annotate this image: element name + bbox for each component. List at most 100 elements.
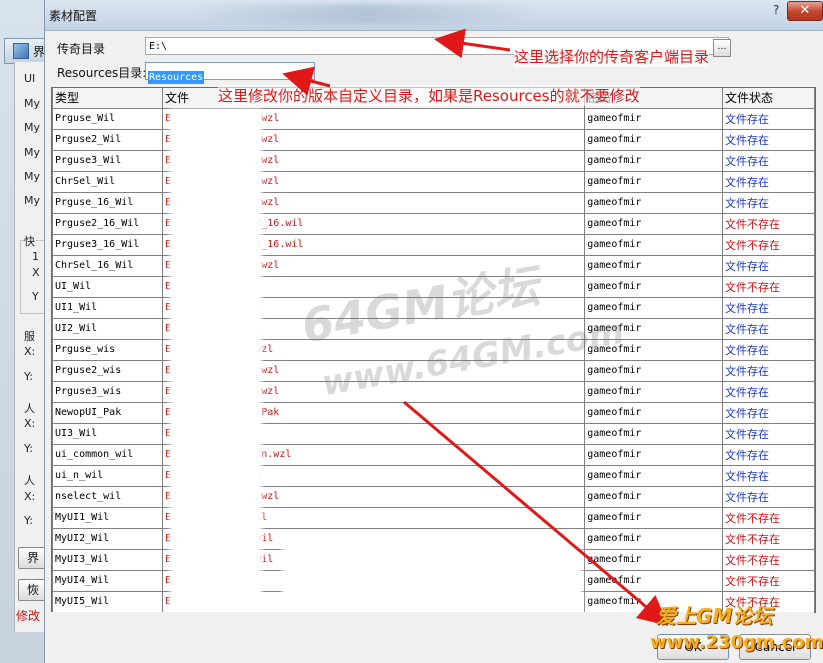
table-row[interactable]: Prguse_WilE:\ Data\Prguse.wzlgameofmir文件…: [52, 107, 815, 130]
row-status-cell[interactable]: 文件存在: [722, 296, 815, 319]
row-status-cell[interactable]: 文件不存在: [722, 506, 815, 529]
row-password-cell[interactable]: gameofmir: [584, 191, 724, 214]
row-status-cell[interactable]: 文件存在: [722, 359, 815, 382]
help-icon[interactable]: ?: [773, 3, 783, 21]
row-status-cell[interactable]: 文件存在: [722, 317, 815, 340]
row-status-cell[interactable]: 文件存在: [722, 149, 815, 172]
bg-label: My: [24, 97, 41, 110]
table-row[interactable]: ui_n_wilE:\ ata\ui_n.wzlgameofmir文件存在: [52, 464, 815, 487]
table-row[interactable]: ChrSel_WilE:\ Data\ChrSel.wzlgameofmir文件…: [52, 170, 815, 193]
row-password-cell[interactable]: gameofmir: [584, 359, 724, 382]
row-type-cell[interactable]: ui_n_wil: [52, 464, 163, 487]
table-row[interactable]: NewopUI_PakE: Data\NewopUI.Pakgameofmir文…: [52, 401, 815, 424]
row-type-cell[interactable]: Prguse2_wis: [52, 359, 163, 382]
row-password-cell[interactable]: gameofmir: [584, 149, 724, 172]
row-type-cell[interactable]: Prguse3_wis: [52, 380, 163, 403]
table-row[interactable]: Prguse_16_WilE:\ Data\Prguse.wzlgameofmi…: [52, 191, 815, 214]
row-type-cell[interactable]: Prguse2_16_Wil: [52, 212, 163, 235]
bg-label: My: [24, 170, 41, 183]
row-type-cell[interactable]: Prguse2_Wil: [52, 128, 163, 151]
table-row[interactable]: MyUI1_WilE: Data\MyUI1.wilgameofmir文件不存在: [52, 506, 815, 529]
row-type-cell[interactable]: MyUI1_Wil: [52, 506, 163, 529]
table-row[interactable]: ui_common_wilE:\ ata\ui_common.wzlgameof…: [52, 443, 815, 466]
row-type-cell[interactable]: UI_Wil: [52, 275, 163, 298]
annotation-resources-dir: 这里修改你的版本自定义目录，如果是Resources的就不要修改: [218, 85, 640, 106]
table-row[interactable]: Prguse3_16_WilE:\ Data\Prguse3_16.wilgam…: [52, 233, 815, 256]
row-status-cell[interactable]: 文件存在: [722, 422, 815, 445]
row-status-cell[interactable]: 文件存在: [722, 380, 815, 403]
row-status-cell[interactable]: 文件存在: [722, 191, 815, 214]
row-password-cell[interactable]: gameofmir: [584, 170, 724, 193]
row-status-cell[interactable]: 文件不存在: [722, 527, 815, 550]
row-status-cell[interactable]: 文件存在: [722, 401, 815, 424]
row-password-cell[interactable]: gameofmir: [584, 527, 724, 550]
row-type-cell[interactable]: Prguse3_Wil: [52, 149, 163, 172]
row-type-cell[interactable]: UI2_Wil: [52, 317, 163, 340]
dialog-titlebar[interactable]: 素材配置 ? ✕: [45, 0, 823, 31]
row-password-cell[interactable]: gameofmir: [584, 380, 724, 403]
row-password-cell[interactable]: gameofmir: [584, 212, 724, 235]
table-row[interactable]: UI3_WilE: ata\UI3.wzlgameofmir文件存在: [52, 422, 815, 445]
row-status-cell[interactable]: 文件不存在: [722, 233, 815, 256]
row-password-cell[interactable]: gameofmir: [584, 485, 724, 508]
row-type-cell[interactable]: ChrSel_16_Wil: [52, 254, 163, 277]
table-row[interactable]: nselect_wilE:\ ata\nselect.wzlgameofmir文…: [52, 485, 815, 508]
bg-label: Y:: [24, 442, 33, 455]
row-status-cell[interactable]: 文件存在: [722, 170, 815, 193]
row-type-cell[interactable]: MyUI2_Wil: [52, 527, 163, 550]
logo-watermark-line1: 爱上GM论坛: [656, 604, 773, 628]
row-password-cell[interactable]: gameofmir: [584, 506, 724, 529]
table-row[interactable]: Prguse2_16_WilE:\ Data\Prguse2_16.wilgam…: [52, 212, 815, 235]
row-type-cell[interactable]: MyUI3_Wil: [52, 548, 163, 571]
row-status-cell[interactable]: 文件存在: [722, 128, 815, 151]
table-row[interactable]: Prguse3_WilE: Data\Prguse3.wzlgameofmir文…: [52, 149, 815, 172]
row-status-cell[interactable]: 文件不存在: [722, 569, 815, 592]
row-type-cell[interactable]: Prguse_wis: [52, 338, 163, 361]
row-password-cell[interactable]: gameofmir: [584, 401, 724, 424]
blurred-title-area: [195, 4, 535, 24]
row-type-cell[interactable]: Prguse_16_Wil: [52, 191, 163, 214]
row-type-cell[interactable]: ui_common_wil: [52, 443, 163, 466]
bg-label: 快: [24, 233, 35, 249]
row-password-cell[interactable]: gameofmir: [584, 275, 724, 298]
row-password-cell[interactable]: gameofmir: [584, 464, 724, 487]
bg-label: 服: [24, 330, 35, 343]
row-type-cell[interactable]: UI1_Wil: [52, 296, 163, 319]
row-status-cell[interactable]: 文件不存在: [722, 212, 815, 235]
row-status-cell[interactable]: 文件不存在: [722, 548, 815, 571]
row-status-cell[interactable]: 文件存在: [722, 254, 815, 277]
row-type-cell[interactable]: UI3_Wil: [52, 422, 163, 445]
row-type-cell[interactable]: Prguse3_16_Wil: [52, 233, 163, 256]
browse-button[interactable]: …: [713, 39, 731, 57]
client-dir-label: 传奇目录: [57, 42, 106, 56]
header-status[interactable]: 文件状态: [722, 88, 815, 109]
row-status-cell[interactable]: 文件存在: [722, 338, 815, 361]
row-password-cell[interactable]: gameofmir: [584, 548, 724, 571]
row-password-cell[interactable]: gameofmir: [584, 422, 724, 445]
table-row[interactable]: Prguse2_WilE: Data\Prguse2.wzlgameofmir文…: [52, 128, 815, 151]
row-status-cell[interactable]: 文件不存在: [722, 275, 815, 298]
row-password-cell[interactable]: gameofmir: [584, 128, 724, 151]
resources-dir-value: Resources: [148, 71, 205, 84]
row-status-cell[interactable]: 文件存在: [722, 485, 815, 508]
row-status-cell[interactable]: 文件存在: [722, 443, 815, 466]
row-password-cell[interactable]: gameofmir: [584, 569, 724, 592]
row-type-cell[interactable]: MyUI4_Wil: [52, 569, 163, 592]
row-password-cell[interactable]: gameofmir: [584, 254, 724, 277]
row-password-cell[interactable]: gameofmir: [584, 107, 724, 130]
row-type-cell[interactable]: Prguse_Wil: [52, 107, 163, 130]
row-type-cell[interactable]: MyUI5_Wil: [52, 590, 163, 612]
row-type-cell[interactable]: nselect_wil: [52, 485, 163, 508]
row-status-cell[interactable]: 文件存在: [722, 464, 815, 487]
bg-label: My: [24, 194, 41, 207]
close-button[interactable]: ✕: [787, 1, 823, 21]
row-type-cell[interactable]: ChrSel_Wil: [52, 170, 163, 193]
resources-dir-input[interactable]: Resources: [145, 62, 315, 84]
bg-label: 人: [24, 474, 35, 487]
row-password-cell[interactable]: gameofmir: [584, 233, 724, 256]
row-password-cell[interactable]: gameofmir: [584, 443, 724, 466]
header-type[interactable]: 类型: [52, 88, 163, 109]
dialog-title: 素材配置: [49, 9, 98, 23]
row-status-cell[interactable]: 文件存在: [722, 107, 815, 130]
row-type-cell[interactable]: NewopUI_Pak: [52, 401, 163, 424]
